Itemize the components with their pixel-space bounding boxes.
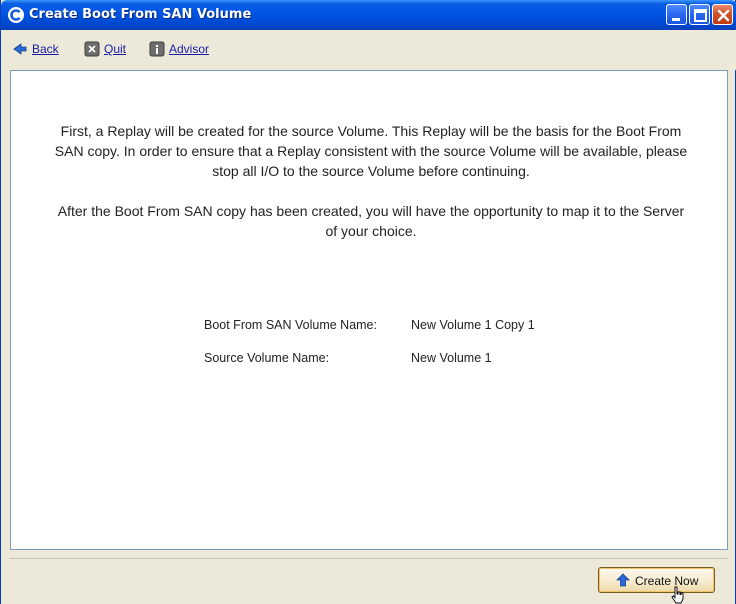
boot-volume-name-label: Boot From SAN Volume Name: [204, 318, 377, 332]
app-circle-icon [8, 7, 24, 23]
source-volume-name-value: New Volume 1 [411, 351, 492, 365]
boot-volume-name-value: New Volume 1 Copy 1 [411, 318, 535, 332]
dialog-window: Create Boot From SAN Volume Back Quit Ad… [0, 0, 736, 604]
back-label[interactable]: Back [32, 42, 59, 56]
source-volume-name-label: Source Volume Name: [204, 351, 330, 365]
quit-x-icon [84, 41, 100, 57]
back-arrow-icon [12, 41, 28, 57]
up-arrow-icon [616, 573, 630, 587]
maximize-button[interactable] [689, 4, 710, 25]
title-bar[interactable]: Create Boot From SAN Volume [1, 0, 736, 30]
content-panel: First, a Replay will be created for the … [10, 70, 728, 550]
advisor-link[interactable]: Advisor [149, 41, 224, 59]
quit-link[interactable]: Quit [84, 41, 139, 59]
create-now-button[interactable]: Create Now [598, 567, 715, 593]
create-now-label: Create Now [635, 574, 699, 588]
advisor-info-icon [149, 41, 165, 57]
toolbar: Back Quit Advisor [2, 30, 736, 70]
back-link[interactable]: Back [12, 41, 72, 59]
instruction-message: First, a Replay will be created for the … [51, 121, 691, 261]
window-title: Create Boot From SAN Volume [29, 7, 252, 22]
instruction-paragraph-1: First, a Replay will be created for the … [54, 123, 688, 179]
instruction-paragraph-2: After the Boot From SAN copy has been cr… [57, 203, 685, 239]
close-button[interactable] [712, 4, 733, 25]
footer-bar: Create Now [10, 558, 728, 602]
advisor-label[interactable]: Advisor [169, 42, 209, 56]
minimize-button[interactable] [666, 4, 687, 25]
quit-label[interactable]: Quit [104, 42, 126, 56]
